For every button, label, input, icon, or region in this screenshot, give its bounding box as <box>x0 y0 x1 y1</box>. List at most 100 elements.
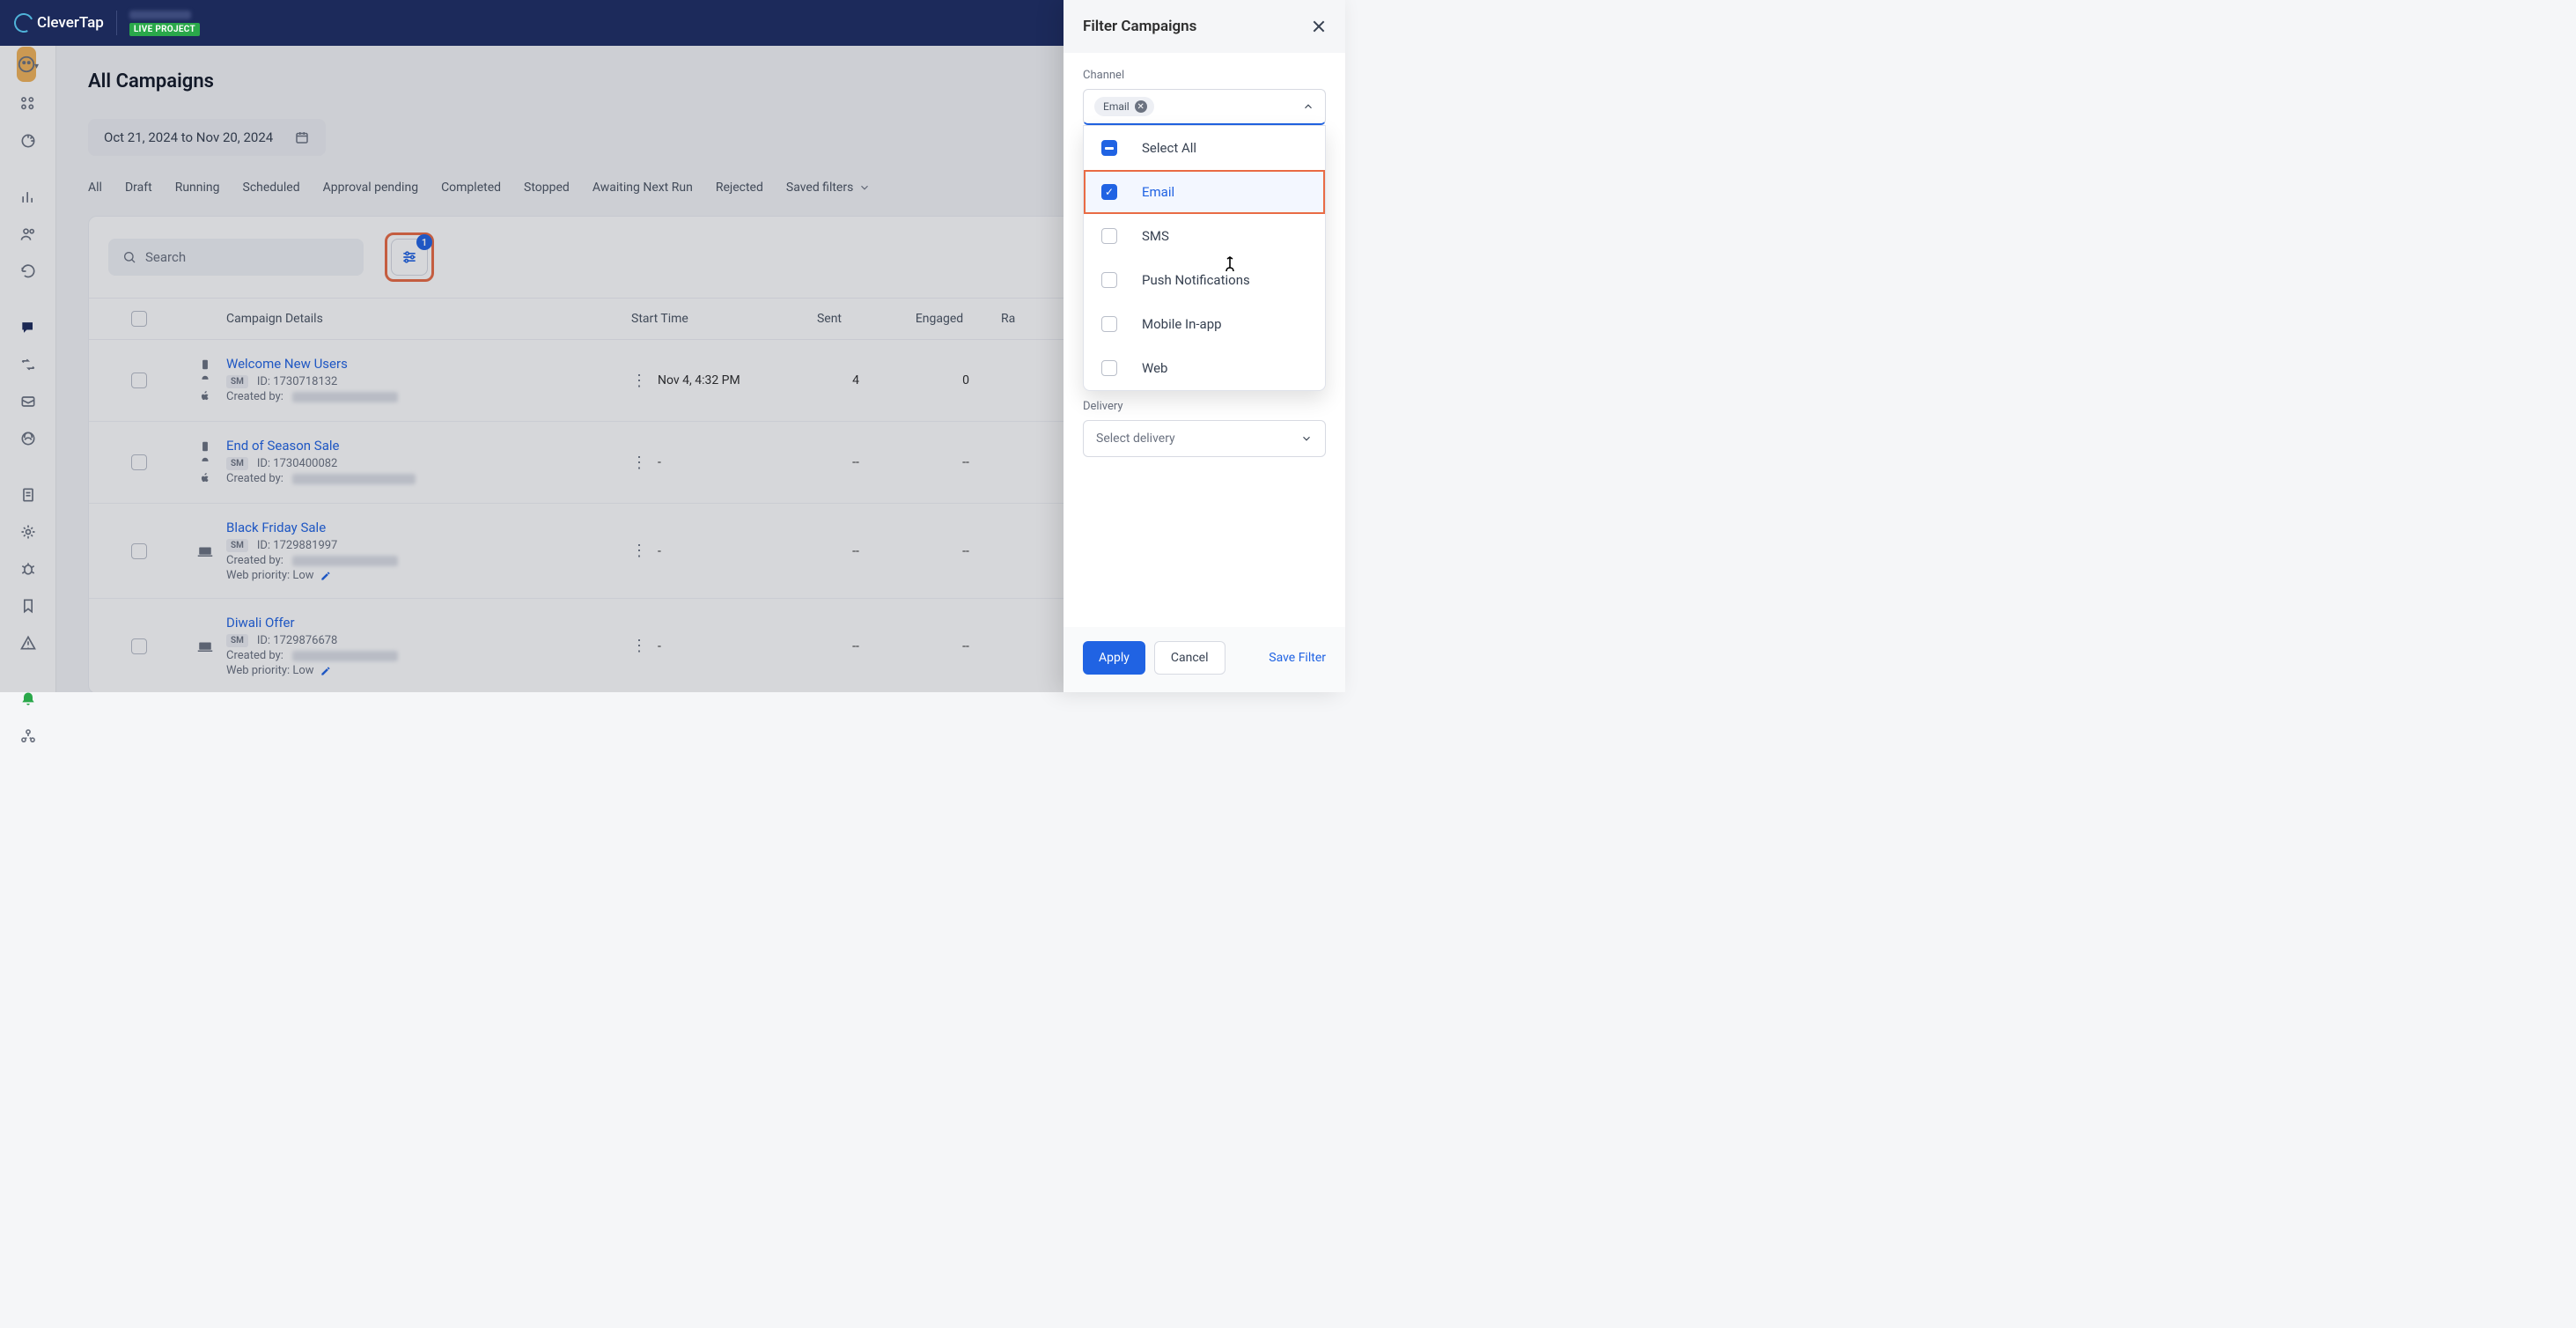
checkbox-icon <box>1101 360 1117 376</box>
checkbox-icon <box>1101 272 1117 288</box>
account-avatar[interactable]: ▾ <box>18 56 38 76</box>
row-checkbox[interactable] <box>131 373 147 388</box>
android-icon <box>199 456 211 468</box>
created-by-label: Created by: <box>226 554 283 567</box>
sm-badge: SM <box>226 375 248 388</box>
remove-chip-icon[interactable]: ✕ <box>1135 100 1147 113</box>
filter-button-highlight: 1 <box>385 232 434 282</box>
chevron-down-icon <box>858 181 871 194</box>
save-filter-link[interactable]: Save Filter <box>1269 651 1326 665</box>
debug-icon[interactable] <box>18 560 38 578</box>
channel-multiselect[interactable]: Email ✕ <box>1083 89 1326 125</box>
support-icon[interactable] <box>18 430 38 447</box>
engaged-count: -- <box>904 544 1027 558</box>
alert-icon[interactable] <box>18 634 38 652</box>
col-engaged: Engaged <box>878 312 1001 326</box>
cancel-button[interactable]: Cancel <box>1154 641 1225 675</box>
tab-running[interactable]: Running <box>175 181 220 200</box>
org-icon[interactable] <box>18 727 38 745</box>
row-menu-button[interactable]: ⋮ <box>631 542 658 560</box>
option-mobile-inapp[interactable]: Mobile In-app <box>1084 302 1325 346</box>
sent-count: -- <box>807 639 904 653</box>
campaign-name-link[interactable]: End of Season Sale <box>226 438 339 454</box>
apply-button[interactable]: Apply <box>1083 641 1145 675</box>
apple-icon <box>199 472 211 484</box>
row-checkbox[interactable] <box>131 454 147 470</box>
boards-icon[interactable] <box>18 95 38 113</box>
engaged-count: -- <box>904 455 1027 469</box>
journeys-icon[interactable] <box>18 356 38 373</box>
desktop-icon <box>197 545 213 557</box>
tab-draft[interactable]: Draft <box>125 181 152 200</box>
sm-badge: SM <box>226 634 248 647</box>
row-menu-button[interactable]: ⋮ <box>631 454 658 472</box>
option-push[interactable]: Push Notifications <box>1084 258 1325 302</box>
platform-icons <box>184 545 226 557</box>
tab-stopped[interactable]: Stopped <box>524 181 570 200</box>
creator-blurred <box>292 651 398 661</box>
campaigns-icon[interactable] <box>18 319 38 336</box>
row-checkbox[interactable] <box>131 543 147 559</box>
filter-panel: Filter Campaigns Channel Email ✕ Select … <box>1064 0 1345 692</box>
tab-awaiting[interactable]: Awaiting Next Run <box>592 181 693 200</box>
campaign-name-link[interactable]: Diwali Offer <box>226 615 295 631</box>
project-name-blurred <box>129 11 191 19</box>
platform-icons <box>184 358 226 402</box>
delivery-label: Delivery <box>1083 400 1326 413</box>
pencil-icon[interactable] <box>320 570 332 582</box>
filter-button[interactable]: 1 <box>391 239 428 276</box>
delivery-select[interactable]: Select delivery <box>1083 420 1326 457</box>
reports-icon[interactable] <box>18 486 38 504</box>
row-menu-button[interactable]: ⋮ <box>631 637 658 655</box>
tab-rejected[interactable]: Rejected <box>716 181 763 200</box>
engaged-count: -- <box>904 639 1027 653</box>
notifications-icon[interactable] <box>18 690 38 708</box>
campaign-name-link[interactable]: Black Friday Sale <box>226 520 326 535</box>
start-time: - <box>658 455 807 469</box>
tab-all[interactable]: All <box>88 181 102 200</box>
saved-filters-dropdown[interactable]: Saved filters <box>786 181 871 200</box>
row-menu-button[interactable]: ⋮ <box>631 372 658 390</box>
phone-icon <box>199 358 211 371</box>
settings-icon[interactable] <box>18 523 38 541</box>
target-icon[interactable] <box>18 132 38 150</box>
selected-chip-email[interactable]: Email ✕ <box>1094 97 1154 116</box>
option-select-all[interactable]: Select All <box>1084 126 1325 170</box>
refresh-icon[interactable] <box>18 262 38 280</box>
date-range-text: Oct 21, 2024 to Nov 20, 2024 <box>104 129 273 145</box>
start-time: Nov 4, 4:32 PM <box>658 373 807 387</box>
option-web[interactable]: Web <box>1084 346 1325 390</box>
sliders-icon <box>401 248 418 266</box>
search-input[interactable]: Search <box>108 239 364 276</box>
campaign-name-link[interactable]: Welcome New Users <box>226 356 348 372</box>
project-switcher[interactable]: LIVE PROJECT <box>129 11 200 36</box>
web-priority: Web priority: Low <box>226 664 314 677</box>
date-range-picker[interactable]: Oct 21, 2024 to Nov 20, 2024 <box>88 119 326 156</box>
creator-blurred <box>292 474 416 484</box>
option-sms[interactable]: SMS <box>1084 214 1325 258</box>
analytics-icon[interactable] <box>18 188 38 206</box>
divider <box>116 11 117 35</box>
option-email[interactable]: ✓ Email <box>1084 170 1325 214</box>
tab-approval-pending[interactable]: Approval pending <box>323 181 418 200</box>
select-all-checkbox[interactable] <box>131 311 147 327</box>
brand-name: CleverTap <box>37 14 104 32</box>
platform-icons <box>184 440 226 484</box>
tab-completed[interactable]: Completed <box>441 181 501 200</box>
close-panel-button[interactable] <box>1312 19 1326 33</box>
campaign-id: ID: 1730400082 <box>257 457 338 470</box>
campaign-id: ID: 1729881997 <box>257 539 338 552</box>
bookmark-icon[interactable] <box>18 597 38 615</box>
start-time: - <box>658 544 807 558</box>
users-icon[interactable] <box>18 225 38 243</box>
chevron-up-icon <box>1302 100 1314 113</box>
inbox-icon[interactable] <box>18 393 38 410</box>
pencil-icon[interactable] <box>320 665 332 677</box>
created-by-label: Created by: <box>226 472 283 485</box>
checkbox-indeterminate-icon <box>1101 140 1117 156</box>
tab-scheduled[interactable]: Scheduled <box>243 181 300 200</box>
creator-blurred <box>292 392 398 402</box>
checkbox-icon <box>1101 316 1117 332</box>
row-checkbox[interactable] <box>131 638 147 654</box>
platform-icons <box>184 640 226 653</box>
